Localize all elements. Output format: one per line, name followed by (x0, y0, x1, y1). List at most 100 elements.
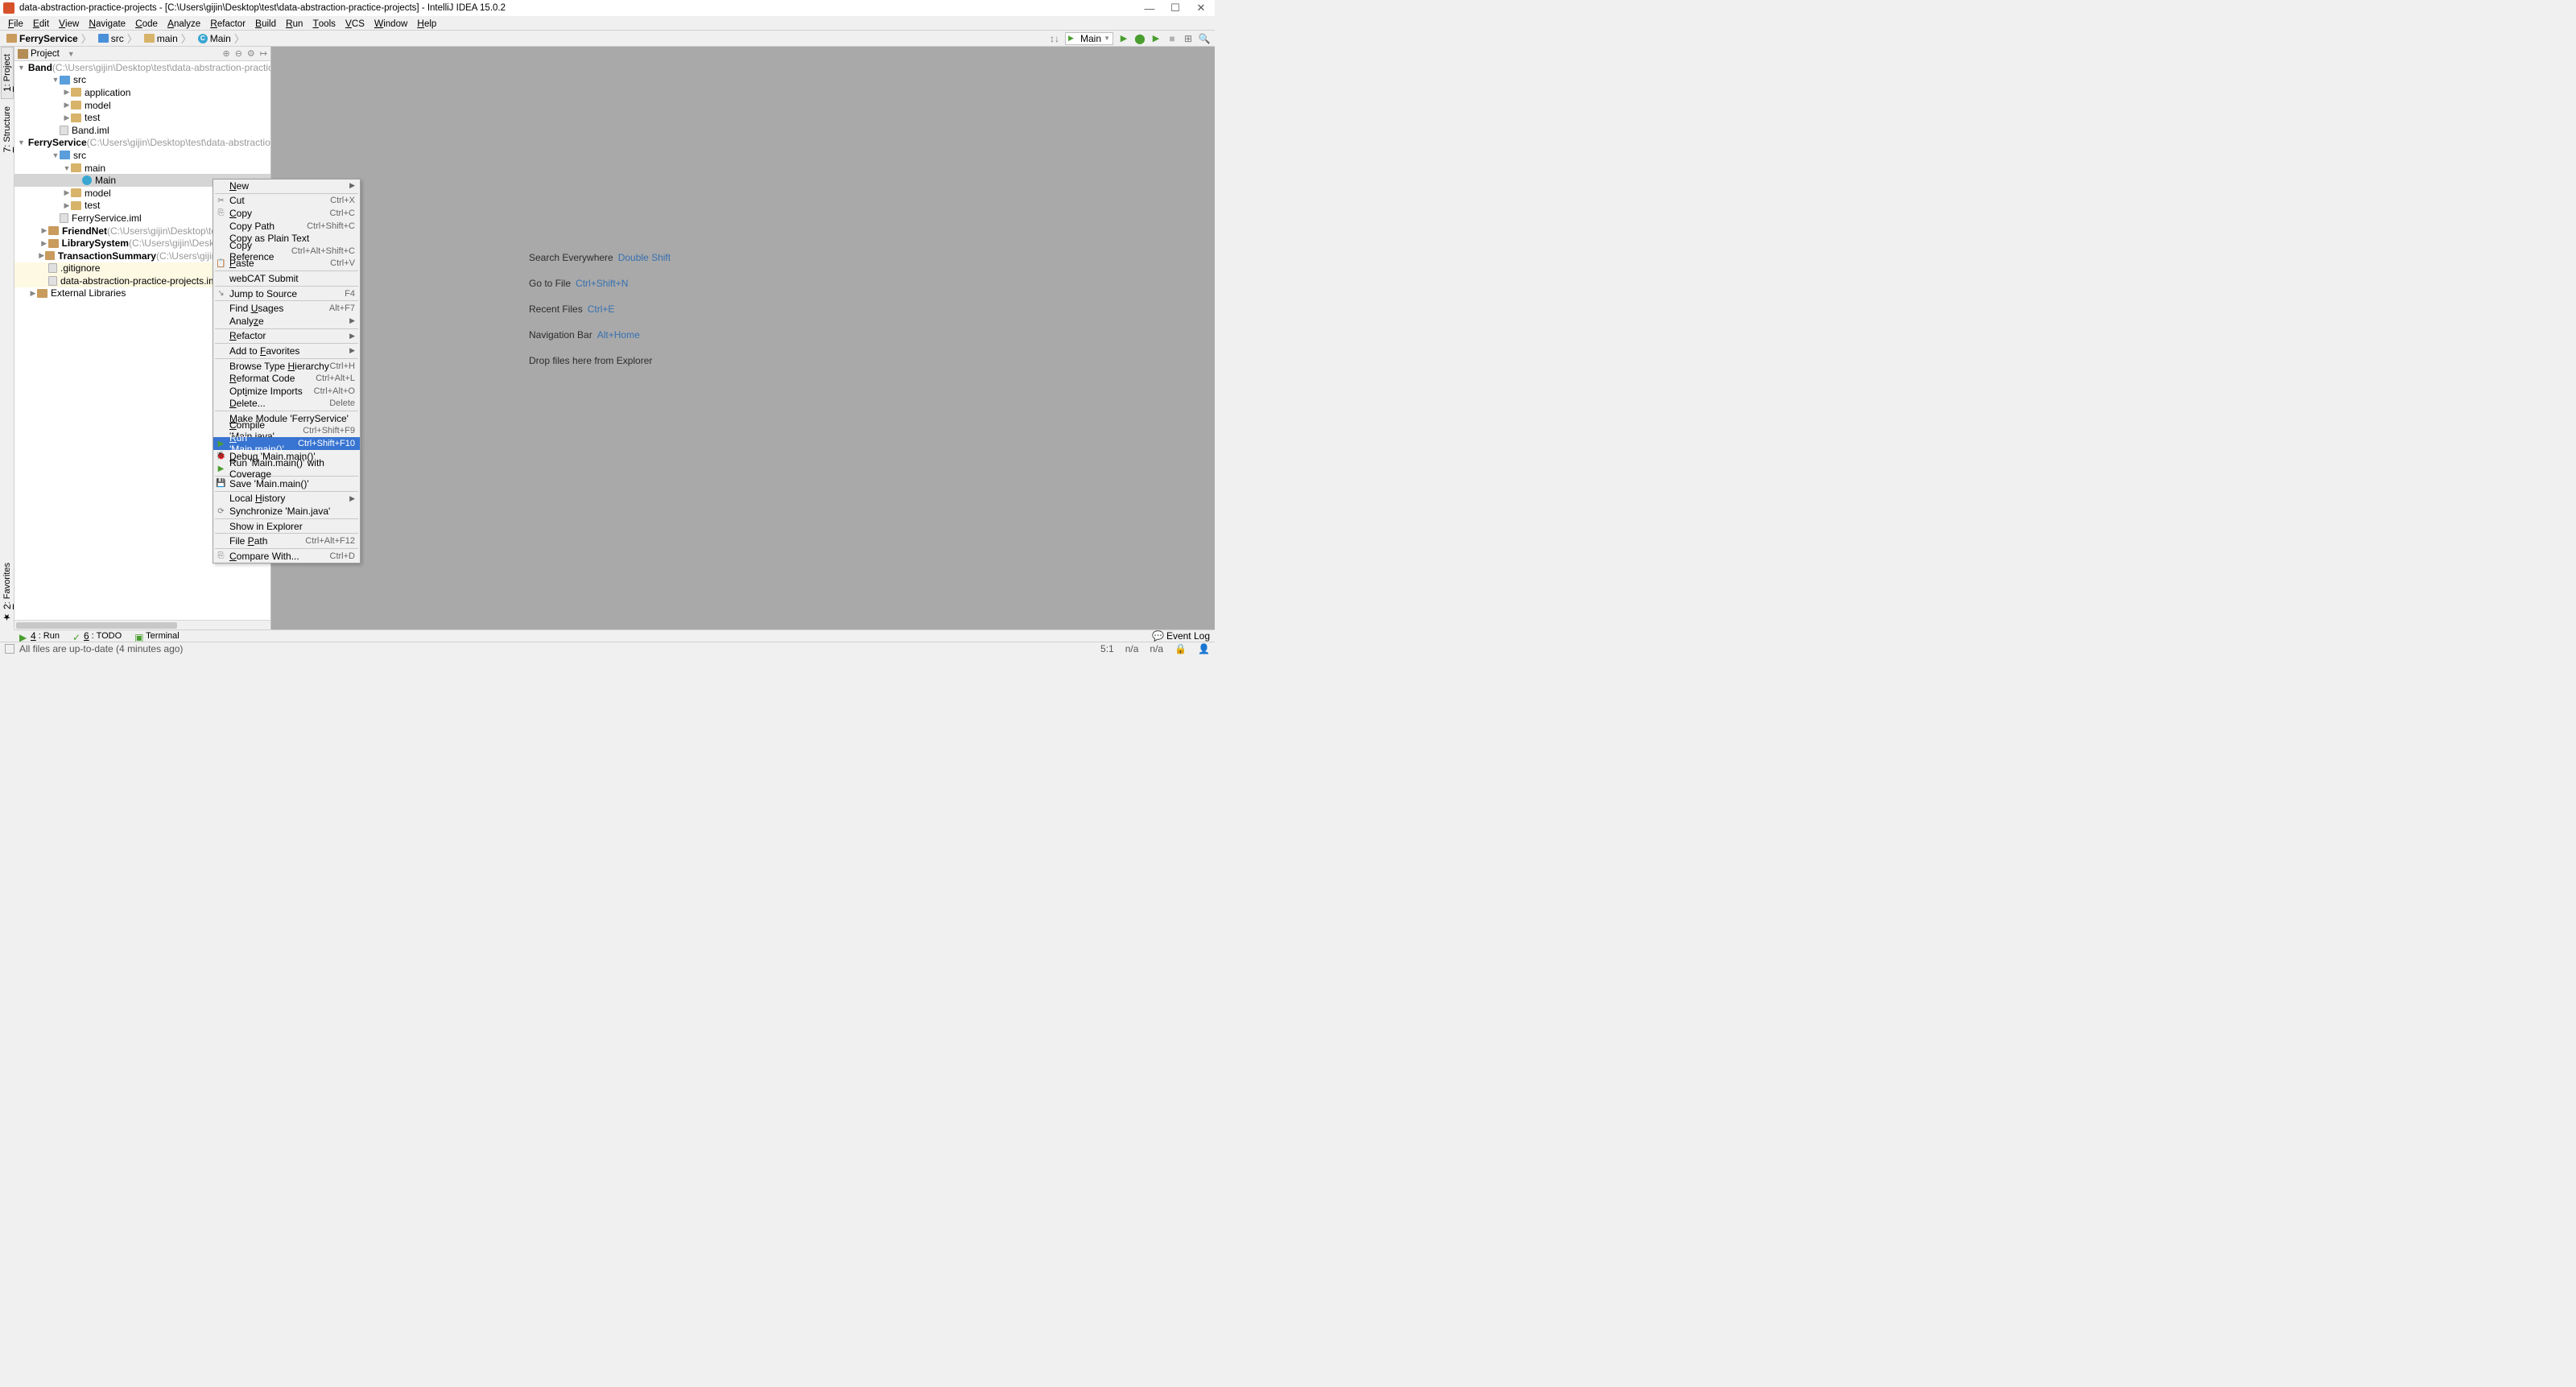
debug-button[interactable]: ⬤ (1134, 33, 1146, 44)
tool-tab-favorites[interactable]: ★ 2: Favorites (1, 555, 14, 630)
horizontal-scrollbar[interactable] (14, 620, 270, 630)
menu-item-refactor[interactable]: Refactor▶ (213, 330, 360, 343)
tree-node[interactable]: Band.iml (14, 124, 270, 137)
menu-separator (215, 328, 358, 329)
sort-icon[interactable]: ↕↓ (1049, 33, 1060, 44)
menu-item-jump-to-source[interactable]: ↘Jump to SourceF4 (213, 287, 360, 300)
editor-area: Search EverywhereDouble ShiftGo to FileC… (271, 47, 1215, 630)
tree-node[interactable]: ▶test (14, 111, 270, 124)
breadcrumb-main[interactable]: main〉 (142, 31, 196, 46)
menu-item-copy-reference[interactable]: Copy ReferenceCtrl+Alt+Shift+C (213, 245, 360, 258)
menu-item-reformat-code[interactable]: Reformat CodeCtrl+Alt+L (213, 372, 360, 385)
tree-node[interactable]: ▶model (14, 99, 270, 112)
tool-tab-structure[interactable]: 7: Structure (1, 99, 14, 159)
menubar: FileEditViewNavigateCodeAnalyzeRefactorB… (0, 16, 1215, 31)
menu-separator (215, 491, 358, 492)
left-tool-gutter: 1: Project7: Structure ★ 2: Favorites (0, 47, 14, 630)
menu-view[interactable]: View (54, 18, 84, 29)
project-panel-header: Project ▼ ⊕ ⊖ ⚙ ↦ (14, 47, 270, 61)
tree-node[interactable]: ▼main (14, 162, 270, 175)
menu-item-save-main-main[interactable]: 💾Save 'Main.main()' (213, 477, 360, 490)
bottom-tab-todo[interactable]: ✓6: TODO (72, 630, 122, 642)
close-button[interactable]: ✕ (1195, 2, 1207, 14)
breadcrumb-main[interactable]: CMain〉 (196, 31, 250, 46)
menu-item-show-in-explorer[interactable]: Show in Explorer (213, 520, 360, 533)
project-icon (18, 49, 28, 59)
lock-icon[interactable]: 🔒 (1174, 643, 1187, 654)
menu-item-cut[interactable]: ✂CutCtrl+X (213, 195, 360, 208)
menu-item-run-main-main-with-coverage[interactable]: ▶Run 'Main.main()' with Coverage (213, 462, 360, 475)
menu-separator (215, 286, 358, 287)
menu-vcs[interactable]: VCS (341, 18, 369, 29)
structure-icon[interactable]: ⊞ (1183, 33, 1194, 44)
menu-edit[interactable]: Edit (28, 18, 54, 29)
menu-item-copy[interactable]: ⎘CopyCtrl+C (213, 207, 360, 220)
titlebar: data-abstraction-practice-projects - [C:… (0, 0, 1215, 16)
coverage-button[interactable]: ▶ (1150, 33, 1162, 44)
stop-button[interactable]: ■ (1166, 33, 1178, 44)
menu-separator (215, 270, 358, 271)
minimize-button[interactable]: — (1144, 2, 1155, 14)
run-config-label: Main (1080, 33, 1101, 44)
menu-tools[interactable]: Tools (308, 18, 340, 29)
welcome-hint: Go to FileCtrl+Shift+N (529, 270, 671, 296)
bottom-tab-run[interactable]: ▶4: Run (19, 630, 60, 642)
menu-code[interactable]: Code (130, 18, 163, 29)
menu-item-run-main-main[interactable]: ▶Run 'Main.main()'Ctrl+Shift+F10 (213, 437, 360, 450)
menu-item-browse-type-hierarchy[interactable]: Browse Type HierarchyCtrl+H (213, 360, 360, 373)
menu-item-add-to-favorites[interactable]: Add to Favorites▶ (213, 345, 360, 357)
scrollbar-thumb[interactable] (16, 622, 177, 629)
bottom-tool-tabs: ▶4: Run ✓6: TODO ▣Terminal 💬Event Log (14, 630, 1215, 642)
menu-run[interactable]: Run (281, 18, 308, 29)
hector-icon[interactable]: 👤 (1198, 643, 1210, 654)
navigation-bar: FerryService〉src〉main〉CMain〉 ↕↓ ▶ Main ▼… (0, 31, 1215, 47)
menu-item-new[interactable]: New▶ (213, 180, 360, 192)
menu-item-analyze[interactable]: Analyze▶ (213, 315, 360, 328)
search-icon[interactable]: 🔍 (1199, 33, 1210, 44)
welcome-hint: Drop files here from Explorer (529, 348, 671, 374)
tree-node[interactable]: ▼FerryService (C:\Users\gijin\Desktop\te… (14, 137, 270, 150)
menu-analyze[interactable]: Analyze (163, 18, 205, 29)
menu-item-synchronize-main-java[interactable]: ⟳Synchronize 'Main.java' (213, 505, 360, 518)
event-log-tab[interactable]: 💬Event Log (1152, 630, 1210, 642)
welcome-hint: Recent FilesCtrl+E (529, 296, 671, 322)
menu-file[interactable]: File (3, 18, 28, 29)
menu-window[interactable]: Window (369, 18, 412, 29)
bottom-tab-terminal[interactable]: ▣Terminal (134, 631, 180, 641)
menu-item-find-usages[interactable]: Find UsagesAlt+F7 (213, 302, 360, 315)
status-icon[interactable] (5, 644, 14, 654)
welcome-hints: Search EverywhereDouble ShiftGo to FileC… (529, 245, 671, 374)
menu-build[interactable]: Build (250, 18, 281, 29)
menu-refactor[interactable]: Refactor (205, 18, 250, 29)
status-message: All files are up-to-date (4 minutes ago) (19, 643, 183, 654)
tree-node[interactable]: ▶application (14, 86, 270, 99)
menu-navigate[interactable]: Navigate (84, 18, 130, 29)
breadcrumb-ferryservice[interactable]: FerryService〉 (5, 31, 97, 46)
menu-item-webcat-submit[interactable]: webCAT Submit (213, 272, 360, 285)
run-button[interactable]: ▶ (1118, 33, 1129, 44)
maximize-button[interactable]: ☐ (1170, 2, 1181, 14)
menu-item-file-path[interactable]: File PathCtrl+Alt+F12 (213, 535, 360, 547)
hide-panel-icon[interactable]: ↦ (260, 48, 267, 59)
menu-help[interactable]: Help (412, 18, 441, 29)
menu-separator (215, 343, 358, 344)
menu-item-copy-path[interactable]: Copy PathCtrl+Shift+C (213, 220, 360, 233)
tree-node[interactable]: ▼src (14, 74, 270, 87)
menu-item-compare-with[interactable]: ⎘Compare With...Ctrl+D (213, 550, 360, 563)
tree-node[interactable]: ▼src (14, 149, 270, 162)
menu-separator (215, 518, 358, 519)
tool-tab-project[interactable]: 1: Project (1, 47, 14, 99)
tree-node[interactable]: ▼Band (C:\Users\gijin\Desktop\test\data-… (14, 61, 270, 74)
menu-item-optimize-imports[interactable]: Optimize ImportsCtrl+Alt+O (213, 385, 360, 398)
settings-gear-icon[interactable]: ⚙ (247, 48, 255, 59)
run-config-select[interactable]: ▶ Main ▼ (1065, 32, 1113, 45)
menu-item-delete[interactable]: Delete...Delete (213, 398, 360, 411)
menu-item-local-history[interactable]: Local History▶ (213, 493, 360, 506)
breadcrumb-src[interactable]: src〉 (97, 31, 142, 46)
autoscroll-from-icon[interactable]: ⊖ (235, 48, 242, 59)
context-menu: New▶ ✂CutCtrl+X⎘CopyCtrl+CCopy PathCtrl+S… (213, 179, 361, 563)
menu-separator (215, 548, 358, 549)
view-dropdown-icon[interactable]: ▼ (68, 50, 75, 58)
menu-item-paste[interactable]: 📋PasteCtrl+V (213, 258, 360, 270)
autoscroll-source-icon[interactable]: ⊕ (222, 48, 229, 59)
